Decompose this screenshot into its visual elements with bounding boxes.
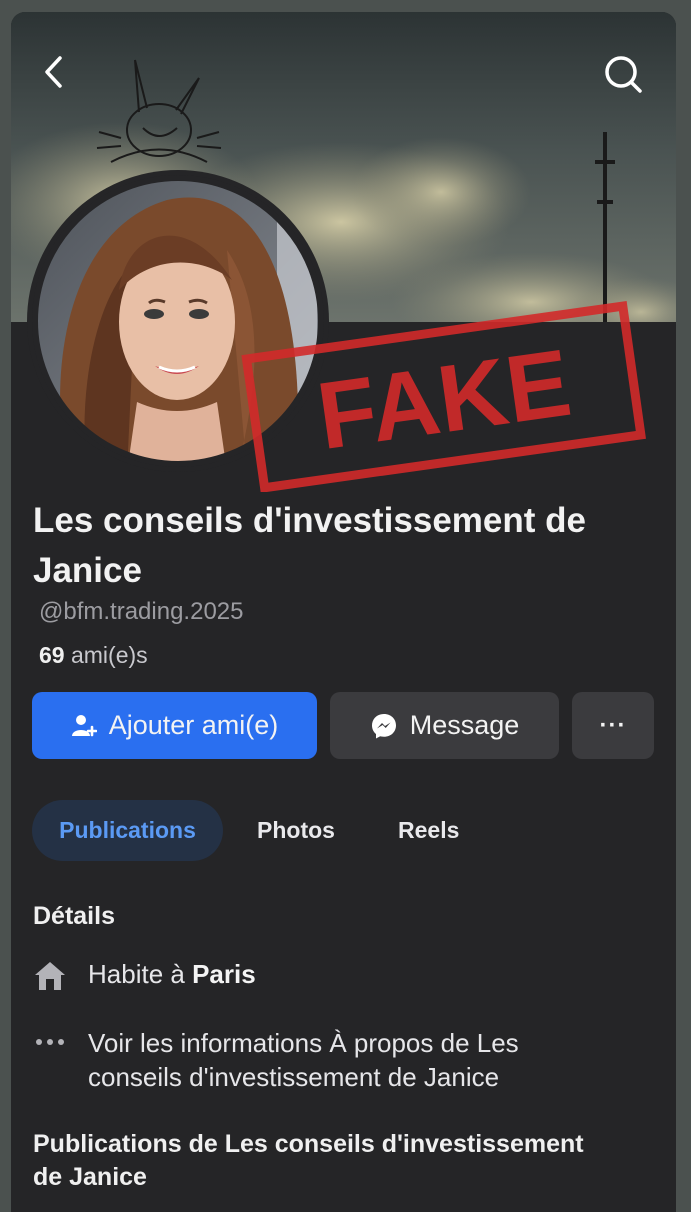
profile-handle: @bfm.trading.2025 — [39, 598, 244, 625]
profile-name: Les conseils d'investissement de Janice — [33, 501, 586, 590]
add-friend-icon — [71, 714, 97, 736]
lives-in-row: Habite à Paris — [88, 959, 256, 990]
back-button[interactable] — [35, 52, 75, 92]
profile-screen: FAKE Les conseils d'investissement de Ja… — [11, 12, 676, 1212]
posts-heading: Publications de Les conseils d'investiss… — [33, 1130, 584, 1191]
search-button[interactable] — [601, 52, 645, 96]
add-friend-button[interactable]: Ajouter ami(e) — [32, 692, 317, 759]
more-dots-icon — [36, 1039, 64, 1045]
add-friend-label: Ajouter ami(e) — [108, 710, 279, 740]
fake-stamp: FAKE — [231, 292, 656, 493]
message-label: Message — [409, 710, 520, 740]
home-icon — [35, 962, 65, 990]
friends-count[interactable]: 69 ami(e)s — [39, 642, 148, 669]
tab-reels[interactable]: Reels — [398, 800, 459, 861]
chevron-left-icon — [45, 56, 62, 88]
details-heading: Détails — [33, 902, 115, 930]
about-info-link[interactable]: Voir les informations À propos de Les co… — [88, 1026, 608, 1094]
more-options-icon: ··· — [599, 711, 627, 739]
tab-photos[interactable]: Photos — [257, 800, 335, 861]
more-options-button[interactable]: ··· — [572, 692, 654, 759]
lives-in-prefix: Habite à — [88, 959, 185, 989]
friends-label: ami(e)s — [70, 642, 148, 668]
search-icon — [605, 56, 642, 93]
tab-publications[interactable]: Publications — [32, 800, 223, 861]
message-button[interactable]: Message — [330, 692, 559, 759]
messenger-icon — [371, 713, 396, 738]
lives-in-city[interactable]: Paris — [192, 959, 256, 989]
friends-number: 69 — [39, 642, 65, 668]
